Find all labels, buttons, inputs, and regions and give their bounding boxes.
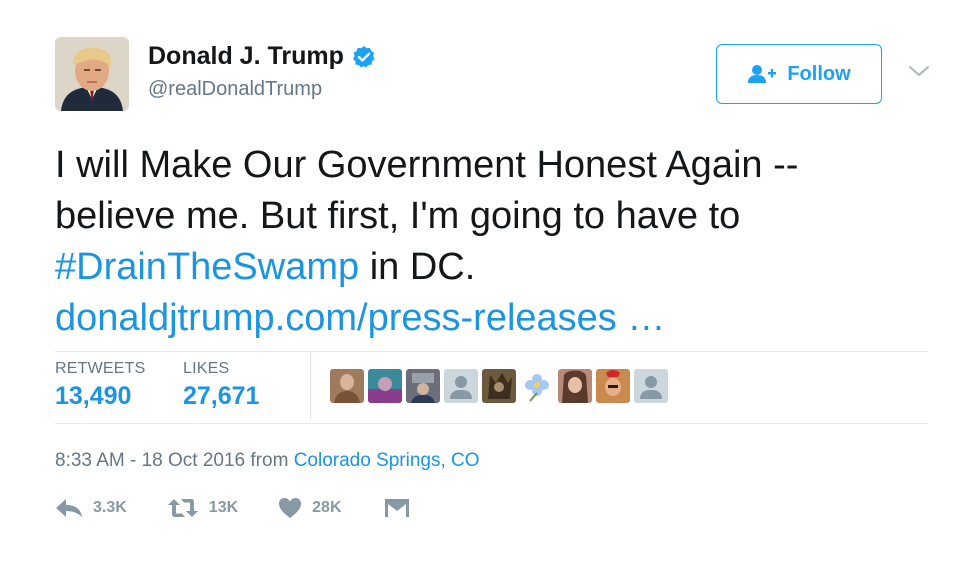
likes-count: 27,671 bbox=[183, 382, 260, 410]
likes-label: LIKES bbox=[183, 360, 230, 377]
retweets-count: 13,490 bbox=[55, 382, 132, 410]
reply-button[interactable]: 3.3K bbox=[55, 498, 127, 518]
reply-icon bbox=[55, 498, 83, 518]
retweet-button[interactable]: 13K bbox=[167, 497, 238, 519]
profile-avatar[interactable] bbox=[55, 37, 129, 111]
liker-avatar[interactable] bbox=[330, 369, 364, 403]
tweet-actions: 3.3K 13K 28K bbox=[55, 497, 410, 519]
like-button[interactable]: 28K bbox=[278, 497, 342, 519]
default-avatar-icon[interactable] bbox=[634, 369, 668, 403]
tweet-text-line-3: #DrainTheSwamp in DC. bbox=[55, 242, 935, 293]
tweet-card: Donald J. Trump @realDonaldTrump Follow … bbox=[0, 0, 980, 563]
retweet-icon bbox=[167, 497, 199, 519]
default-avatar-icon[interactable] bbox=[444, 369, 478, 403]
verified-badge-icon bbox=[352, 45, 376, 69]
user-display-name[interactable]: Donald J. Trump bbox=[148, 42, 344, 71]
envelope-icon bbox=[384, 498, 410, 518]
tweet-text-suffix: in DC. bbox=[359, 246, 476, 288]
likes-stat[interactable]: LIKES 27,671 bbox=[183, 360, 259, 411]
tweet-text-line-2: believe me. But first, I'm going to have… bbox=[55, 195, 741, 237]
flower-avatar-icon[interactable] bbox=[520, 369, 554, 403]
retweet-count: 13K bbox=[208, 499, 239, 516]
direct-message-button[interactable] bbox=[384, 498, 410, 518]
retweets-label: RETWEETS bbox=[55, 360, 146, 377]
liker-avatar[interactable] bbox=[482, 369, 516, 403]
user-handle[interactable]: @realDonaldTrump bbox=[148, 78, 322, 101]
press-release-link[interactable]: donaldjtrump.com/press-releases bbox=[55, 297, 617, 339]
liker-avatar[interactable] bbox=[596, 369, 630, 403]
tweet-text-line-1: I will Make Our Government Honest Again … bbox=[55, 144, 799, 186]
tweet-text: I will Make Our Government Honest Again … bbox=[55, 140, 935, 344]
user-name-row: Donald J. Trump bbox=[148, 42, 376, 71]
like-count: 28K bbox=[312, 499, 342, 516]
retweets-stat[interactable]: RETWEETS 13,490 bbox=[55, 360, 146, 411]
liker-avatars bbox=[330, 369, 668, 403]
tweet-timestamp: 8:33 AM - 18 Oct 2016 from Colorado Spri… bbox=[55, 450, 480, 472]
add-user-icon bbox=[747, 64, 777, 84]
liker-avatar[interactable] bbox=[368, 369, 402, 403]
heart-icon bbox=[278, 497, 302, 519]
liker-avatar[interactable] bbox=[558, 369, 592, 403]
reply-count: 3.3K bbox=[93, 499, 127, 516]
location-link[interactable]: Colorado Springs, CO bbox=[294, 450, 480, 471]
follow-button-label: Follow bbox=[787, 62, 851, 85]
timestamp-time[interactable]: 8:33 AM - 18 Oct 2016 bbox=[55, 450, 245, 471]
divider bbox=[55, 423, 928, 424]
link-ellipsis: … bbox=[616, 297, 666, 339]
liker-avatar[interactable] bbox=[406, 369, 440, 403]
hashtag-link[interactable]: #DrainTheSwamp bbox=[55, 246, 359, 288]
tweet-text-line-4: donaldjtrump.com/press-releases … bbox=[55, 293, 935, 344]
chevron-down-icon[interactable] bbox=[908, 64, 930, 78]
follow-button[interactable]: Follow bbox=[716, 44, 882, 104]
stats-divider bbox=[310, 352, 311, 420]
divider bbox=[55, 351, 928, 352]
timestamp-from: from bbox=[245, 450, 294, 471]
